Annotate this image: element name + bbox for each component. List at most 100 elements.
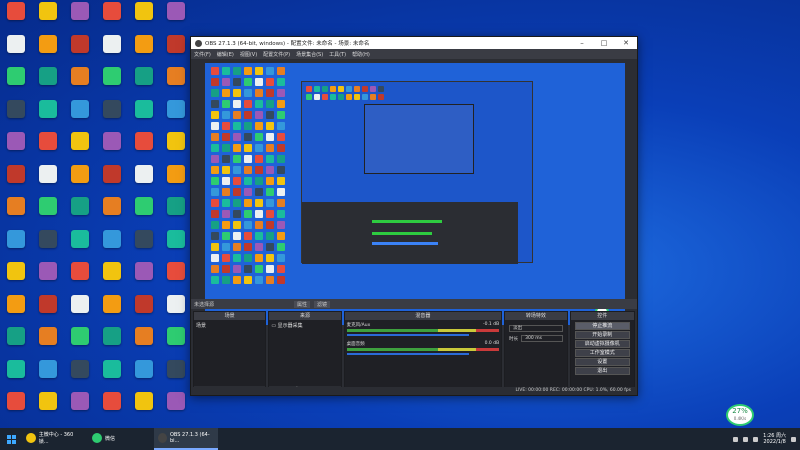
desktop-icon[interactable] [160,229,192,262]
desktop-icon[interactable] [0,294,32,327]
menu-item[interactable]: 配置文件(P) [263,51,290,58]
desktop-icon[interactable] [64,197,96,229]
desktop-icon[interactable] [64,132,96,164]
desktop-icon[interactable] [96,392,128,424]
desktop-icon[interactable] [32,197,64,229]
preview-canvas[interactable] [205,63,625,325]
desktop-icon[interactable] [160,2,192,34]
desktop-icon[interactable] [96,294,128,327]
properties-button[interactable]: 属性 [294,300,311,308]
desktop-icon[interactable] [96,197,128,229]
desktop-icon[interactable] [128,327,160,359]
desktop-icon[interactable] [96,164,128,197]
desktop-icon[interactable] [160,197,192,229]
desktop-icon[interactable] [96,132,128,164]
tray-icon[interactable] [733,436,739,442]
desktop-icon[interactable] [160,67,192,99]
transition-select[interactable]: 淡出 [509,325,563,332]
taskbar-app-wechat[interactable]: 微信 [88,428,152,450]
desktop-icon[interactable] [64,99,96,132]
desktop-icon[interactable] [64,294,96,327]
desktop-icon[interactable] [0,132,32,164]
desktop-icon[interactable] [160,132,192,164]
menu-item[interactable]: 编辑(E) [217,51,234,58]
desktop-icon[interactable] [0,99,32,132]
desktop-icon[interactable] [64,34,96,67]
desktop-icon[interactable] [128,164,160,197]
desktop-icon[interactable] [128,132,160,164]
desktop-icon[interactable] [128,262,160,294]
desktop-icon[interactable] [128,392,160,424]
desktop-icon[interactable] [32,229,64,262]
desktop-icon[interactable] [32,99,64,132]
desktop-icon[interactable] [0,67,32,99]
desktop-icon[interactable] [128,229,160,262]
desktop-icon[interactable] [64,392,96,424]
desktop-icon[interactable] [96,99,128,132]
desktop-icon[interactable] [96,2,128,34]
desktop-icon[interactable] [160,99,192,132]
desktop-icon[interactable] [32,132,64,164]
desktop-icon[interactable] [128,34,160,67]
desktop-icon[interactable] [64,2,96,34]
scene-item[interactable]: 场景 [196,322,263,329]
start-recording-button[interactable]: 开始录制 [574,331,630,339]
desktop-icon[interactable] [64,67,96,99]
desktop-icon[interactable] [0,359,32,392]
network-speed-widget[interactable]: 27% 0.4K/s [726,404,754,426]
desktop-icon[interactable] [0,392,32,424]
menu-item[interactable]: 场景集合(S) [296,51,323,58]
desktop-icon[interactable] [64,164,96,197]
menu-item[interactable]: 文件(F) [194,51,211,58]
desktop-icon[interactable] [160,164,192,197]
desktop-icon[interactable] [96,359,128,392]
desktop-icon[interactable] [0,327,32,359]
desktop-icon[interactable] [128,359,160,392]
desktop-icon[interactable] [128,2,160,34]
desktop-icon[interactable] [96,262,128,294]
desktop-icon[interactable] [160,294,192,327]
volume-slider[interactable] [346,353,469,355]
desktop-icon[interactable] [0,262,32,294]
duration-input[interactable]: 300 ms [521,335,563,342]
minimize-icon[interactable]: – [571,37,593,49]
maximize-icon[interactable]: □ [593,37,615,49]
desktop-icon[interactable] [32,327,64,359]
desktop-icon[interactable] [32,294,64,327]
desktop-icon[interactable] [128,197,160,229]
desktop-icon[interactable] [160,327,192,359]
desktop-icon[interactable] [32,2,64,34]
desktop-icon[interactable] [0,229,32,262]
desktop-icon[interactable] [64,359,96,392]
desktop-icon[interactable] [32,164,64,197]
desktop-icon[interactable] [96,327,128,359]
desktop-icon[interactable] [32,392,64,424]
taskbar-app-browser[interactable]: 主微中心 - 360锁... [22,428,86,450]
exit-button[interactable]: 退出 [574,367,630,375]
desktop-icon[interactable] [32,359,64,392]
desktop-icon[interactable] [160,262,192,294]
desktop-icon[interactable] [160,359,192,392]
close-icon[interactable]: ✕ [615,37,637,49]
menu-item[interactable]: 工具(T) [329,51,346,58]
desktop-icon[interactable] [128,294,160,327]
clock[interactable]: 1:26 周六 2022/1/8 [763,433,786,445]
virtual-camera-button[interactable]: 启动虚拟摄像机 [574,340,630,348]
desktop-icon[interactable] [160,34,192,67]
source-item[interactable]: ▭ 显示器采集 [271,322,338,329]
desktop-icon[interactable] [0,164,32,197]
desktop-icon[interactable] [64,229,96,262]
desktop-icon[interactable] [0,197,32,229]
desktop-icon[interactable] [96,67,128,99]
filters-button[interactable]: 滤镜 [314,300,331,308]
desktop-icon[interactable] [96,34,128,67]
desktop-icon[interactable] [128,99,160,132]
desktop-icon[interactable] [32,67,64,99]
desktop-icon[interactable] [32,262,64,294]
desktop-icon[interactable] [64,262,96,294]
desktop-icon[interactable] [64,327,96,359]
menu-item[interactable]: 帮助(H) [352,51,370,58]
volume-icon[interactable] [753,436,759,442]
taskbar-app-obs[interactable]: OBS 27.1.3 (64-bi... [154,428,218,450]
desktop-icon[interactable] [128,67,160,99]
